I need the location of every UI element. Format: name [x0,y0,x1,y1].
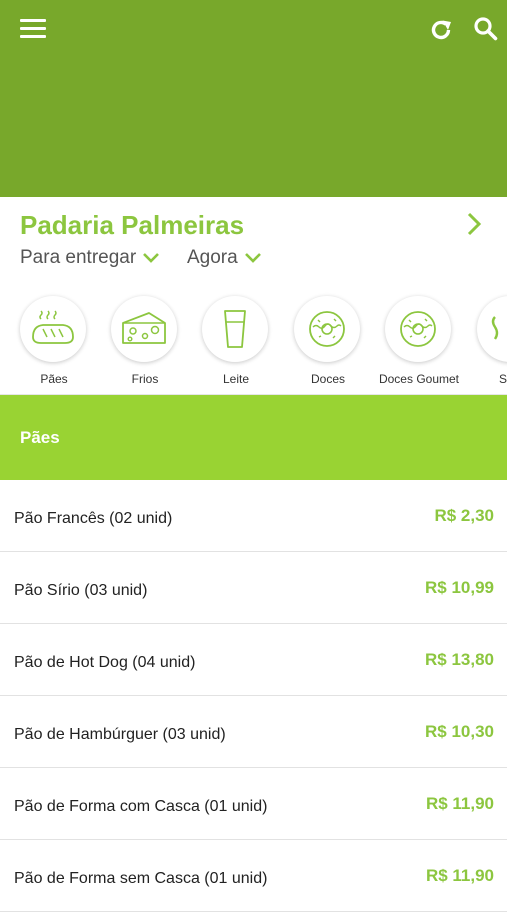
product-price: R$ 11,90 [425,794,494,813]
delivery-mode-label: Para entregar [20,247,137,268]
product-row[interactable]: Pão Francês (02 unid) R$ 2,30 [0,480,507,552]
product-name: Pão Francês (02 unid) [14,510,173,527]
category-label: Doces [310,372,345,386]
category-doces[interactable]: Doces [282,292,374,394]
product-row[interactable]: Pão de Forma sem Casca (01 unid) R$ 11,9… [0,840,507,912]
menu-icon[interactable] [20,19,46,39]
product-price: R$ 13,80 [425,650,494,669]
product-price: R$ 2,30 [434,506,494,525]
product-row[interactable]: Pão de Hambúrguer (03 unid) R$ 10,30 [0,696,507,768]
chevron-right-icon[interactable] [464,211,484,237]
category-leite[interactable]: Leite [190,292,282,394]
category-salg[interactable]: Salg [465,292,507,394]
category-label: Leite [222,372,250,386]
product-price: R$ 10,30 [425,722,494,741]
store-name: Padaria Palmeiras [20,210,245,240]
category-carousel[interactable]: Pães Frios Leite Doces Doces Goumet S [0,292,507,395]
category-paes[interactable]: Pães [8,292,100,394]
product-price: R$ 10,99 [425,578,494,597]
refresh-icon[interactable] [428,17,454,43]
donut-icon [309,311,345,347]
product-name: Pão de Forma com Casca (01 unid) [14,798,268,815]
app-header [0,0,507,197]
search-icon[interactable] [473,16,499,42]
delivery-mode-dropdown[interactable]: Para entregar [20,247,160,269]
product-row[interactable]: Pão Sírio (03 unid) R$ 10,99 [0,552,507,624]
savory-icon [491,316,499,340]
product-row[interactable]: Pão de Hot Dog (04 unid) R$ 13,80 [0,624,507,696]
donut-icon [400,311,436,347]
section-header: Pães [0,395,507,480]
product-name: Pão Sírio (03 unid) [14,582,148,599]
product-name: Pão de Hambúrguer (03 unid) [14,726,226,743]
product-row[interactable]: Pão de Forma com Casca (01 unid) R$ 11,9… [0,768,507,840]
bread-icon [32,310,74,344]
product-name: Pão de Hot Dog (04 unid) [14,654,196,671]
product-list: Pão Francês (02 unid) R$ 2,30 Pão Sírio … [0,480,507,912]
section-title: Pães [20,428,60,447]
milk-glass-icon [224,310,246,348]
chevron-down-icon [143,253,160,263]
delivery-time-label: Agora [187,247,238,268]
store-info: Padaria Palmeiras Para entregar Agora [0,197,507,292]
product-name: Pão de Forma sem Casca (01 unid) [14,870,268,887]
category-label: Doces Goumet [378,372,460,386]
category-doces-goumet[interactable]: Doces Goumet [373,292,465,394]
category-frios[interactable]: Frios [99,292,191,394]
category-label: Salg [498,372,507,386]
chevron-down-icon [244,253,261,263]
product-price: R$ 11,90 [425,866,494,885]
delivery-time-dropdown[interactable]: Agora [187,247,262,269]
category-label: Frios [131,372,159,386]
category-label: Pães [40,372,68,386]
cheese-icon [122,312,166,344]
